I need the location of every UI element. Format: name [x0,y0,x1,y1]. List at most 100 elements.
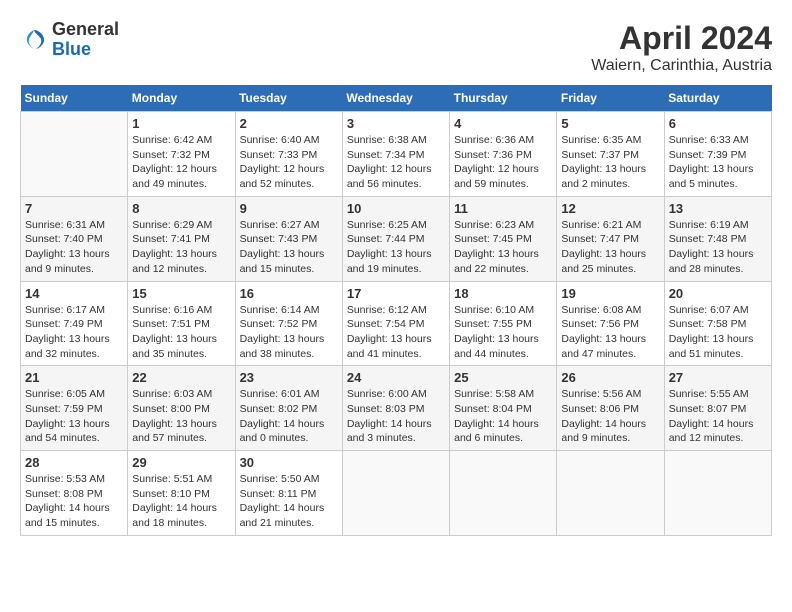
day-info: Sunrise: 6:27 AM Sunset: 7:43 PM Dayligh… [240,218,338,277]
calendar-week-row: 21Sunrise: 6:05 AM Sunset: 7:59 PM Dayli… [21,366,772,451]
calendar-table: SundayMondayTuesdayWednesdayThursdayFrid… [20,85,772,536]
title-area: April 2024 Waiern, Carinthia, Austria [591,20,772,75]
calendar-header-row: SundayMondayTuesdayWednesdayThursdayFrid… [21,85,772,112]
day-number: 28 [25,455,123,470]
day-info: Sunrise: 6:35 AM Sunset: 7:37 PM Dayligh… [561,133,659,192]
day-number: 15 [132,286,230,301]
calendar-cell: 18 Sunrise: 6:10 AM Sunset: 7:55 PM Dayli… [450,281,557,366]
day-number: 4 [454,116,552,131]
main-title: April 2024 [591,20,772,57]
header-cell-wednesday: Wednesday [342,85,449,112]
day-info: Sunrise: 5:55 AM Sunset: 8:07 PM Dayligh… [669,387,767,446]
calendar-cell: 2Sunrise: 6:40 AM Sunset: 7:33 PM Daylig… [235,112,342,197]
header-cell-monday: Monday [128,85,235,112]
calendar-cell: 22 Sunrise: 6:03 AM Sunset: 8:00 PM Dayli… [128,366,235,451]
header: General Blue April 2024 Waiern, Carinthi… [20,20,772,75]
day-number: 27 [669,370,767,385]
day-number: 29 [132,455,230,470]
calendar-week-row: 7Sunrise: 6:31 AM Sunset: 7:40 PM Daylig… [21,196,772,281]
day-info: Sunrise: 6:07 AM Sunset: 7:58 PM Dayligh… [669,303,767,362]
day-number: 9 [240,201,338,216]
calendar-cell: 29 Sunrise: 5:51 AM Sunset: 8:10 PM Dayli… [128,451,235,536]
calendar-cell: 15 Sunrise: 6:16 AM Sunset: 7:51 PM Dayli… [128,281,235,366]
calendar-cell: 1 Sunrise: 6:42 AM Sunset: 7:32 PM Daylig… [128,112,235,197]
day-info: Sunrise: 6:38 AM Sunset: 7:34 PM Dayligh… [347,133,445,192]
calendar-cell [450,451,557,536]
calendar-cell: 28 Sunrise: 5:53 AM Sunset: 8:08 PM Dayli… [21,451,128,536]
day-info: Sunrise: 6:03 AM Sunset: 8:00 PM Dayligh… [132,387,230,446]
calendar-cell: 6 Sunrise: 6:33 AM Sunset: 7:39 PM Daylig… [664,112,771,197]
day-info: Sunrise: 6:08 AM Sunset: 7:56 PM Dayligh… [561,303,659,362]
calendar-cell: 13Sunrise: 6:19 AM Sunset: 7:48 PM Dayli… [664,196,771,281]
day-number: 6 [669,116,767,131]
calendar-cell: 11Sunrise: 6:23 AM Sunset: 7:45 PM Dayli… [450,196,557,281]
day-number: 24 [347,370,445,385]
logo: General Blue [20,20,119,60]
calendar-cell [342,451,449,536]
calendar-cell: 4 Sunrise: 6:36 AM Sunset: 7:36 PM Daylig… [450,112,557,197]
calendar-cell: 20 Sunrise: 6:07 AM Sunset: 7:58 PM Dayli… [664,281,771,366]
day-number: 19 [561,286,659,301]
day-number: 30 [240,455,338,470]
day-number: 21 [25,370,123,385]
header-cell-sunday: Sunday [21,85,128,112]
day-number: 16 [240,286,338,301]
calendar-week-row: 28 Sunrise: 5:53 AM Sunset: 8:08 PM Dayli… [21,451,772,536]
day-info: Sunrise: 6:42 AM Sunset: 7:32 PM Dayligh… [132,133,230,192]
calendar-cell: 24 Sunrise: 6:00 AM Sunset: 8:03 PM Dayli… [342,366,449,451]
day-number: 10 [347,201,445,216]
calendar-cell: 26Sunrise: 5:56 AM Sunset: 8:06 PM Dayli… [557,366,664,451]
day-number: 8 [132,201,230,216]
calendar-week-row: 14 Sunrise: 6:17 AM Sunset: 7:49 PM Dayli… [21,281,772,366]
header-cell-friday: Friday [557,85,664,112]
day-number: 25 [454,370,552,385]
day-number: 7 [25,201,123,216]
logo-text: General Blue [52,20,119,60]
calendar-cell: 25 Sunrise: 5:58 AM Sunset: 8:04 PM Dayli… [450,366,557,451]
calendar-cell: 5 Sunrise: 6:35 AM Sunset: 7:37 PM Daylig… [557,112,664,197]
calendar-cell [557,451,664,536]
day-number: 11 [454,201,552,216]
day-number: 1 [132,116,230,131]
calendar-cell: 7Sunrise: 6:31 AM Sunset: 7:40 PM Daylig… [21,196,128,281]
day-info: Sunrise: 5:53 AM Sunset: 8:08 PM Dayligh… [25,472,123,531]
calendar-cell: 27 Sunrise: 5:55 AM Sunset: 8:07 PM Dayli… [664,366,771,451]
calendar-cell [21,112,128,197]
header-cell-tuesday: Tuesday [235,85,342,112]
day-number: 5 [561,116,659,131]
day-info: Sunrise: 6:25 AM Sunset: 7:44 PM Dayligh… [347,218,445,277]
header-cell-thursday: Thursday [450,85,557,112]
day-info: Sunrise: 6:17 AM Sunset: 7:49 PM Dayligh… [25,303,123,362]
day-info: Sunrise: 5:50 AM Sunset: 8:11 PM Dayligh… [240,472,338,531]
day-number: 17 [347,286,445,301]
calendar-cell: 8 Sunrise: 6:29 AM Sunset: 7:41 PM Daylig… [128,196,235,281]
calendar-cell: 17Sunrise: 6:12 AM Sunset: 7:54 PM Dayli… [342,281,449,366]
day-number: 3 [347,116,445,131]
day-number: 18 [454,286,552,301]
day-number: 23 [240,370,338,385]
day-number: 14 [25,286,123,301]
day-info: Sunrise: 6:29 AM Sunset: 7:41 PM Dayligh… [132,218,230,277]
calendar-cell: 30 Sunrise: 5:50 AM Sunset: 8:11 PM Dayli… [235,451,342,536]
calendar-cell: 9 Sunrise: 6:27 AM Sunset: 7:43 PM Daylig… [235,196,342,281]
day-info: Sunrise: 6:40 AM Sunset: 7:33 PM Dayligh… [240,133,338,192]
day-info: Sunrise: 6:01 AM Sunset: 8:02 PM Dayligh… [240,387,338,446]
calendar-cell: 3 Sunrise: 6:38 AM Sunset: 7:34 PM Daylig… [342,112,449,197]
day-info: Sunrise: 5:51 AM Sunset: 8:10 PM Dayligh… [132,472,230,531]
day-number: 20 [669,286,767,301]
logo-bird-icon [20,26,48,54]
calendar-cell: 10 Sunrise: 6:25 AM Sunset: 7:44 PM Dayli… [342,196,449,281]
day-info: Sunrise: 6:33 AM Sunset: 7:39 PM Dayligh… [669,133,767,192]
day-info: Sunrise: 6:00 AM Sunset: 8:03 PM Dayligh… [347,387,445,446]
day-number: 12 [561,201,659,216]
day-info: Sunrise: 6:16 AM Sunset: 7:51 PM Dayligh… [132,303,230,362]
day-info: Sunrise: 6:10 AM Sunset: 7:55 PM Dayligh… [454,303,552,362]
day-number: 22 [132,370,230,385]
day-info: Sunrise: 6:36 AM Sunset: 7:36 PM Dayligh… [454,133,552,192]
calendar-cell [664,451,771,536]
calendar-cell: 21Sunrise: 6:05 AM Sunset: 7:59 PM Dayli… [21,366,128,451]
calendar-cell: 16Sunrise: 6:14 AM Sunset: 7:52 PM Dayli… [235,281,342,366]
day-info: Sunrise: 5:58 AM Sunset: 8:04 PM Dayligh… [454,387,552,446]
calendar-cell: 14 Sunrise: 6:17 AM Sunset: 7:49 PM Dayli… [21,281,128,366]
header-cell-saturday: Saturday [664,85,771,112]
